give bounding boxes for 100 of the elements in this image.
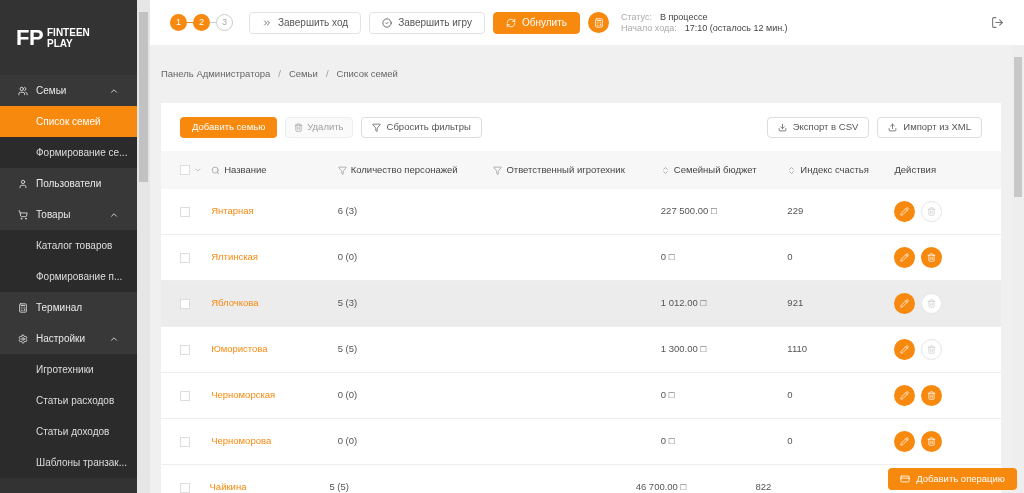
pencil-icon — [900, 207, 910, 216]
pencil-icon — [900, 299, 910, 308]
row-checkbox[interactable] — [180, 482, 190, 493]
table-cell-text: 0 □ — [660, 434, 676, 449]
cart-icon — [18, 209, 28, 220]
status-label: Статус: — [621, 11, 652, 23]
chevron-down-icon[interactable] — [194, 166, 202, 174]
select-all-checkbox[interactable] — [180, 165, 190, 175]
trash-icon — [294, 122, 304, 132]
filter-icon[interactable] — [493, 165, 503, 175]
breadcrumb-link[interactable]: Панель Администратора — [161, 66, 271, 82]
column-header: Семейный бюджет — [673, 162, 757, 177]
table-cell-text: 0 □ — [660, 250, 676, 265]
trash-icon — [927, 391, 937, 400]
table-cell-text: 921 — [787, 296, 805, 311]
breadcrumb-link[interactable]: Список семей — [336, 66, 398, 82]
sidebar-subitem[interactable]: Статьи доходов — [0, 416, 137, 447]
sidebar-item[interactable]: Товары — [0, 199, 137, 230]
reset-filters-button[interactable]: Сбросить фильтры — [360, 116, 482, 138]
breadcrumb-separator: / — [278, 66, 281, 81]
delete-row-button[interactable] — [921, 339, 943, 360]
table-cell-text: 1110 — [787, 342, 809, 357]
upload-icon — [888, 122, 898, 132]
row-checkbox[interactable] — [180, 436, 190, 447]
sidebar-item[interactable]: Семьи — [0, 75, 137, 106]
row-checkbox[interactable] — [180, 298, 190, 309]
row-checkbox[interactable] — [180, 390, 190, 401]
sidebar-subitem[interactable]: Формирование се... — [0, 137, 137, 168]
sidebar-subitem[interactable]: Игротехники — [0, 354, 137, 385]
trash-icon — [927, 345, 937, 354]
people-icon — [18, 85, 28, 96]
double-chevron-icon — [262, 17, 272, 28]
table-row[interactable]: Яблочкова 5 (3) 1 012.00 □ 921 — [161, 281, 1001, 327]
sidebar-item[interactable]: Настройки — [0, 323, 137, 354]
refresh-icon — [505, 17, 516, 28]
pencil-icon — [900, 391, 910, 400]
table-cell-text: 229 — [787, 204, 805, 219]
sidebar-scrollbar[interactable] — [137, 0, 150, 493]
table-cell-text: 0 — [787, 434, 794, 449]
sort-icon[interactable] — [787, 165, 797, 175]
table-cell-text: 1 300.00 □ — [660, 342, 708, 357]
edit-button[interactable] — [894, 293, 916, 314]
sidebar-subitem[interactable]: Шаблоны транзак... — [0, 447, 137, 478]
logo-text: FINTEEN — [47, 26, 90, 38]
filter-icon — [371, 122, 381, 132]
delete-row-button[interactable] — [921, 201, 943, 222]
check-circle-icon — [382, 17, 393, 28]
logo-mark: FP — [16, 24, 43, 52]
start-label: Начало хода: — [621, 22, 677, 34]
step-indicator: 2 — [193, 14, 210, 31]
import-button[interactable]: Импорт из XML — [877, 116, 982, 138]
table-cell-text: 0 (0) — [337, 388, 359, 403]
delete-row-button[interactable] — [921, 385, 943, 406]
table-cell-text: 46 700.00 □ — [635, 480, 688, 493]
row-checkbox[interactable] — [180, 206, 190, 217]
calculator-icon — [18, 302, 28, 313]
sidebar-subitem[interactable]: Статьи расходов — [0, 385, 137, 416]
sidebar-item[interactable]: Пользователи — [0, 168, 137, 199]
edit-button[interactable] — [894, 201, 916, 222]
calculator-icon — [593, 17, 604, 28]
column-header: Ответственный игротехник — [506, 162, 625, 177]
row-checkbox[interactable] — [180, 344, 190, 355]
calculator-button[interactable] — [588, 12, 609, 33]
table-cell-text: 6 (3) — [337, 204, 359, 219]
column-header: Название — [224, 162, 267, 177]
sidebar-item[interactable]: Терминал — [0, 292, 137, 323]
table-cell-text: 822 — [755, 480, 773, 493]
header-button[interactable]: Завершить игру — [369, 11, 485, 34]
table-cell-text: 0 — [787, 388, 794, 403]
delete-row-button[interactable] — [921, 431, 943, 452]
card-icon — [900, 474, 911, 484]
step-indicator: 1 — [170, 14, 187, 31]
sort-icon[interactable] — [660, 165, 670, 175]
edit-button[interactable] — [894, 339, 916, 360]
logout-icon[interactable] — [991, 16, 1004, 29]
pencil-icon — [900, 345, 910, 354]
filter-icon[interactable] — [337, 165, 347, 175]
table-cell-text: 0 (0) — [337, 434, 359, 449]
delete-row-button[interactable] — [921, 247, 943, 268]
edit-button[interactable] — [894, 431, 916, 452]
sidebar-subitem[interactable]: Каталог товаров — [0, 230, 137, 261]
table-cell-text: 0 — [787, 250, 794, 265]
user-icon — [18, 178, 28, 189]
download-icon — [777, 122, 787, 132]
sidebar-subitem[interactable]: Формирование п... — [0, 261, 137, 292]
edit-button[interactable] — [894, 385, 916, 406]
breadcrumb-link[interactable]: Семьи — [288, 66, 318, 82]
trash-icon — [927, 437, 937, 446]
search-icon[interactable] — [211, 165, 221, 175]
row-checkbox[interactable] — [180, 252, 190, 263]
header-button[interactable]: Завершить ход — [249, 11, 362, 34]
export-button[interactable]: Экспорт в CSV — [766, 116, 870, 138]
table-cell-text: 5 (5) — [337, 342, 359, 357]
column-header: Количество персонажей — [350, 162, 458, 177]
edit-button[interactable] — [894, 247, 916, 268]
column-header: Индекс счастья — [800, 162, 869, 177]
delete-row-button[interactable] — [921, 293, 943, 314]
table-cell-text: 5 (3) — [337, 296, 359, 311]
settings-icon — [18, 333, 28, 344]
logo-text: PLAY — [47, 37, 74, 49]
